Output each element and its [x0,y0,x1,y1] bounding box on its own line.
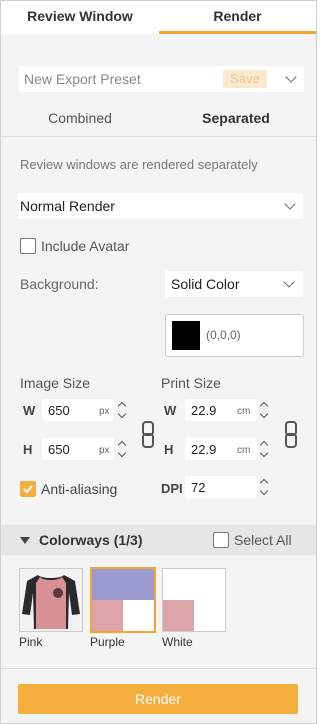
print-width-stepper[interactable] [260,401,268,419]
colorway-label-purple: Purple [90,635,125,649]
image-width-unit: px [99,406,110,417]
print-size-title: Print Size [161,375,221,391]
dpi-input[interactable]: 72 [185,476,257,498]
tab-bar: Review Window Render [1,1,316,34]
anti-aliasing-label: Anti-aliasing [41,481,118,497]
include-avatar-checkbox[interactable] [20,238,36,254]
anti-aliasing-checkbox[interactable] [20,481,36,497]
render-panel: Review Window Render New Export Preset S… [0,0,317,724]
print-height-label: H [164,442,174,457]
segment-separated[interactable]: Separated [176,107,296,129]
include-avatar-label: Include Avatar [41,238,130,254]
chevron-down-icon[interactable] [285,71,297,83]
tab-review-window[interactable]: Review Window [1,1,159,31]
checkmark-icon [23,485,33,494]
print-width-input[interactable]: 22.9 cm [185,399,257,421]
print-height-input[interactable]: 22.9 cm [185,438,257,460]
image-width-label: W [23,403,36,418]
colorway-thumb-purple[interactable] [90,567,156,633]
active-tab-indicator [159,31,316,34]
preset-name: New Export Preset [24,71,141,87]
colorway-label-white: White [162,635,193,649]
divider [1,136,316,137]
background-color-picker[interactable]: (0,0,0) [165,314,304,357]
render-type-value: Normal Render [20,198,115,214]
tab-render[interactable]: Render [159,1,316,31]
colorway-label-pink: Pink [19,635,43,649]
color-value: (0,0,0) [206,328,241,342]
render-type-dropdown[interactable]: Normal Render [18,193,303,219]
link-chain-icon[interactable] [285,421,297,448]
print-height-stepper[interactable] [260,440,268,458]
print-width-label: W [164,403,177,418]
image-height-value: 650 [48,442,70,457]
select-all-label: Select All [234,532,292,548]
link-chain-icon[interactable] [142,421,154,448]
collapse-triangle-icon[interactable] [20,537,30,544]
dpi-stepper[interactable] [260,478,268,496]
image-height-input[interactable]: 650 px [42,438,114,460]
image-width-input[interactable]: 650 px [42,399,114,421]
print-height-value: 22.9 [191,442,217,457]
render-button[interactable]: Render [18,684,298,714]
divider [1,668,316,669]
image-height-unit: px [99,445,110,456]
image-width-stepper[interactable] [118,401,126,419]
background-label: Background: [20,276,99,292]
export-preset-selector[interactable]: New Export Preset Save [19,66,304,92]
save-preset-button[interactable]: Save [223,70,267,88]
dpi-value: 72 [191,480,206,495]
render-mode-message: Review windows are rendered separately [20,157,258,172]
image-size-title: Image Size [20,375,91,391]
color-swatch-grid-icon [92,569,154,631]
print-width-value: 22.9 [191,403,217,418]
garment-icon [20,569,82,631]
select-all-checkbox[interactable] [213,532,229,548]
colorway-thumb-white[interactable] [162,568,226,632]
dpi-label: DPI [161,481,183,496]
background-dropdown[interactable]: Solid Color [165,271,303,297]
color-swatch[interactable] [172,321,200,350]
color-swatch-grid-icon [163,569,225,631]
colorway-thumb-pink[interactable] [19,568,83,632]
print-height-unit: cm [237,445,251,456]
image-height-stepper[interactable] [118,440,126,458]
image-width-value: 650 [48,403,70,418]
background-value: Solid Color [171,276,240,292]
colorways-title: Colorways (1/3) [39,532,143,548]
segment-combined[interactable]: Combined [21,107,139,129]
print-width-unit: cm [237,406,251,417]
chevron-down-icon [283,276,295,288]
chevron-down-icon [284,198,296,210]
image-height-label: H [23,442,33,457]
